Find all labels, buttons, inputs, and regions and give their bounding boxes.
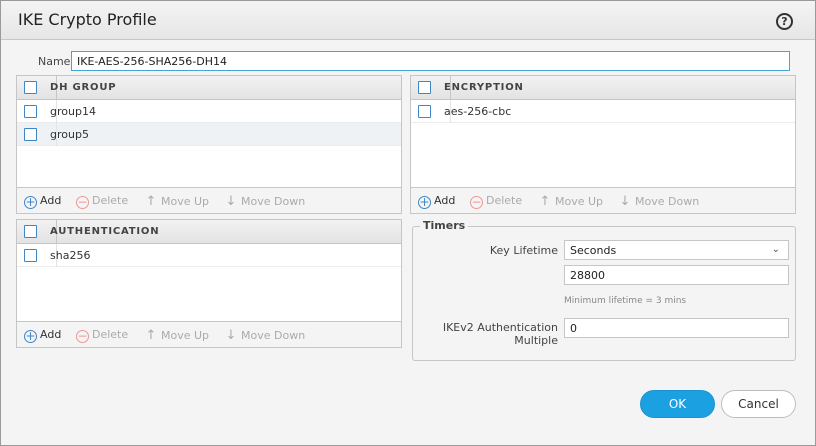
move-down-button[interactable]: ↓ Move Down	[618, 194, 700, 209]
delete-button[interactable]: − Delete	[76, 328, 128, 343]
move-up-button[interactable]: ↑ Move Up	[144, 328, 209, 343]
add-button[interactable]: + Add	[24, 194, 61, 209]
row-checkbox[interactable]	[24, 249, 37, 262]
timers-legend: Timers	[420, 219, 469, 232]
table-row[interactable]: sha256	[17, 244, 401, 267]
row-checkbox[interactable]	[418, 105, 431, 118]
table-row[interactable]: aes-256-cbc	[411, 100, 795, 123]
dh-group-select-all-checkbox[interactable]	[24, 81, 37, 94]
ike-crypto-profile-dialog: IKE Crypto Profile ? Name DH GROUP group…	[0, 0, 816, 446]
ok-button[interactable]: OK	[640, 390, 715, 418]
dh-group-panel: DH GROUP group14 group5 + Add − Delete ↑ Mo…	[16, 75, 402, 214]
ikev2-auth-multiple-label: IKEv2 Authentication Multiple	[442, 321, 558, 347]
dialog-titlebar: IKE Crypto Profile ?	[1, 1, 815, 40]
encryption-cell: aes-256-cbc	[444, 105, 512, 118]
key-lifetime-hint: Minimum lifetime = 3 mins	[564, 296, 687, 306]
add-button[interactable]: + Add	[418, 194, 455, 209]
minus-icon: −	[470, 195, 483, 209]
dh-group-column-label: DH GROUP	[50, 82, 117, 93]
dh-group-toolbar: + Add − Delete ↑ Move Up ↓ Move Down	[17, 187, 401, 213]
dh-group-cell: group5	[50, 128, 89, 141]
table-row[interactable]: group14	[17, 100, 401, 123]
authentication-select-all-checkbox[interactable]	[24, 225, 37, 238]
arrow-up-icon: ↑	[145, 328, 157, 343]
authentication-panel: AUTHENTICATION sha256 + Add − Delete ↑ Move…	[16, 219, 402, 348]
authentication-toolbar: + Add − Delete ↑ Move Up ↓ Move Down	[17, 321, 401, 347]
encryption-select-all-checkbox[interactable]	[418, 81, 431, 94]
arrow-down-icon: ↓	[225, 328, 237, 343]
arrow-up-icon: ↑	[539, 194, 551, 209]
delete-button[interactable]: − Delete	[76, 194, 128, 209]
help-icon[interactable]: ?	[776, 13, 793, 30]
key-lifetime-unit-select[interactable]: Seconds ⌄	[564, 240, 789, 260]
cancel-button[interactable]: Cancel	[721, 390, 796, 418]
ikev2-auth-multiple-input[interactable]: 0	[564, 318, 789, 338]
key-lifetime-label: Key Lifetime	[489, 244, 558, 257]
plus-icon: +	[24, 329, 37, 343]
arrow-up-icon: ↑	[145, 194, 157, 209]
chevron-down-icon: ⌄	[771, 244, 780, 255]
name-input[interactable]	[71, 51, 790, 71]
arrow-down-icon: ↓	[619, 194, 631, 209]
move-up-button[interactable]: ↑ Move Up	[538, 194, 603, 209]
arrow-down-icon: ↓	[225, 194, 237, 209]
minus-icon: −	[76, 329, 89, 343]
delete-button[interactable]: − Delete	[470, 194, 522, 209]
encryption-panel: ENCRYPTION aes-256-cbc + Add − Delete ↑ Mov…	[410, 75, 796, 214]
authentication-cell: sha256	[50, 249, 91, 262]
dh-group-cell: group14	[50, 105, 96, 118]
plus-icon: +	[24, 195, 37, 209]
minus-icon: −	[76, 195, 89, 209]
plus-icon: +	[418, 195, 431, 209]
authentication-column-label: AUTHENTICATION	[50, 226, 160, 237]
key-lifetime-input[interactable]: 28800	[564, 265, 789, 285]
move-down-button[interactable]: ↓ Move Down	[224, 194, 306, 209]
move-down-button[interactable]: ↓ Move Down	[224, 328, 306, 343]
authentication-header: AUTHENTICATION	[17, 220, 401, 244]
encryption-header: ENCRYPTION	[411, 76, 795, 100]
add-button[interactable]: + Add	[24, 328, 61, 343]
move-up-button[interactable]: ↑ Move Up	[144, 194, 209, 209]
table-row[interactable]: group5	[17, 123, 401, 146]
key-lifetime-unit-value: Seconds	[570, 244, 617, 257]
dh-group-header: DH GROUP	[17, 76, 401, 100]
encryption-column-label: ENCRYPTION	[444, 82, 524, 93]
encryption-toolbar: + Add − Delete ↑ Move Up ↓ Move Down	[411, 187, 795, 213]
row-checkbox[interactable]	[24, 128, 37, 141]
dialog-title: IKE Crypto Profile	[18, 10, 157, 29]
name-label: Name	[38, 55, 71, 68]
row-checkbox[interactable]	[24, 105, 37, 118]
